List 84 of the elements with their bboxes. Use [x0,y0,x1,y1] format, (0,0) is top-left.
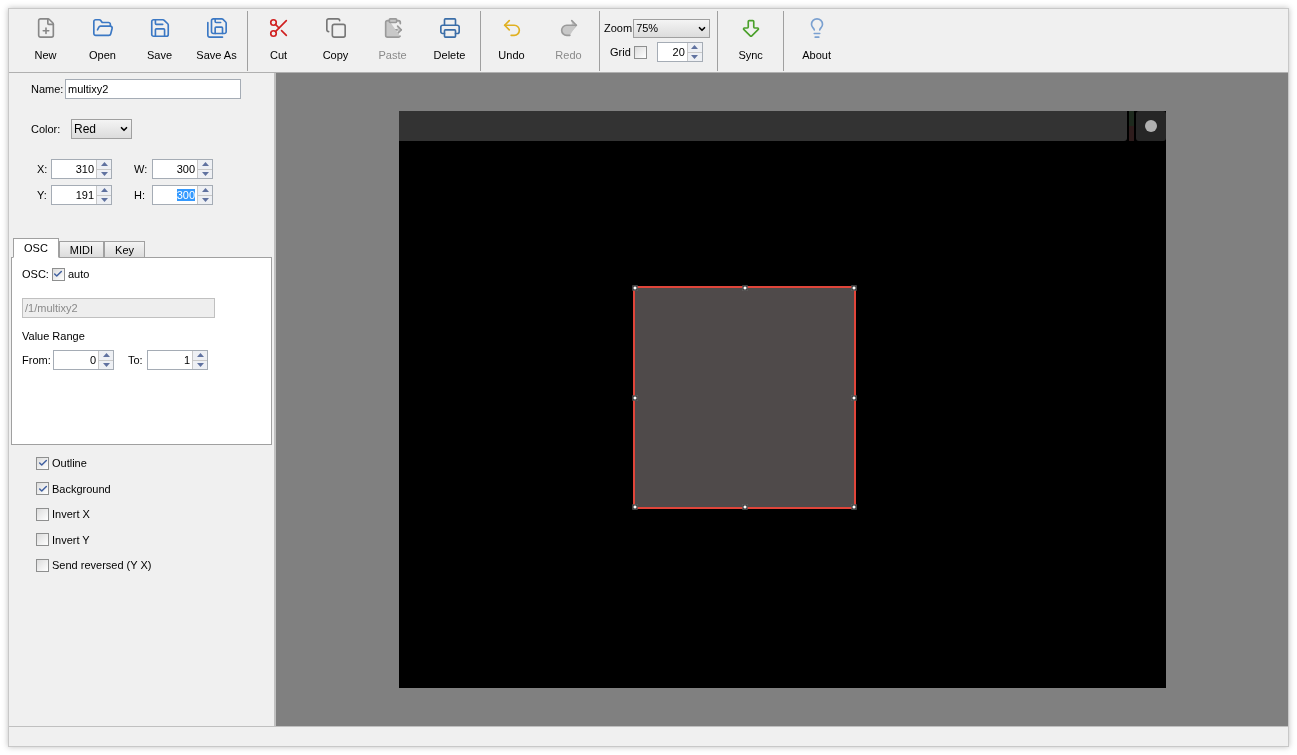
zoom-dropdown[interactable]: 75% [633,19,711,38]
checkbox[interactable] [36,482,49,496]
option-label: Invert X [52,507,90,522]
coordinate-label: X: [37,161,49,177]
spin-down-button[interactable] [99,360,113,369]
osc-label: OSC: [22,267,49,282]
down-arrow-icon [201,171,209,176]
checkbox[interactable] [36,507,49,521]
auto-label: auto [67,267,90,282]
resize-handle[interactable] [742,504,747,510]
shredder-icon [438,17,461,40]
checkbox[interactable] [36,456,49,470]
down-arrow-icon [196,362,204,367]
toolbar-button[interactable]: New [17,10,74,71]
toolbar-button[interactable]: Delete [421,10,478,71]
resize-handle[interactable] [851,504,857,510]
toolbar-button[interactable]: Undo [483,10,540,71]
down-arrow-icon [100,197,108,202]
save-as-icon [205,17,228,40]
color-label: Color: [31,121,62,137]
resize-handle[interactable] [632,285,638,291]
up-arrow-icon [100,162,108,167]
option-label: Outline [52,456,87,471]
spin-down-button[interactable] [193,360,207,369]
resize-handle[interactable] [851,285,857,291]
up-arrow-icon [102,353,110,358]
checkbox[interactable] [36,558,49,572]
spin-down-button[interactable] [97,195,111,204]
save-icon [148,17,171,40]
resize-handle[interactable] [742,285,747,291]
toolbar-button[interactable]: Save [131,10,188,71]
name-label: Name: [31,81,65,97]
indicator-bar [1129,111,1134,141]
copy-icon [324,17,347,40]
toolbar-button[interactable]: About [788,10,846,71]
option-label: Invert Y [52,532,90,548]
spin-down-button[interactable] [198,169,212,178]
tab[interactable]: OSC [13,238,59,258]
name-field[interactable]: multixy2 [65,79,241,99]
spinner-field[interactable]: 300 [152,159,213,179]
down-arrow-icon [100,171,108,176]
spinner-field[interactable]: 0 [53,350,114,370]
color-dropdown[interactable]: Red [71,119,132,139]
toolbar-button[interactable]: Copy [307,10,364,71]
up-arrow-icon [201,188,209,193]
option-label: Background [52,481,111,497]
value-range-label: Value Range [22,328,86,344]
caret-icon [119,124,129,134]
spinner-field[interactable]: 1 [147,350,208,370]
spin-up-button[interactable] [687,43,702,53]
coordinate-label: W: [134,161,148,177]
spin-down-button[interactable] [687,52,702,61]
scissors-icon [267,17,290,40]
zoom-label: Zoom [604,21,633,37]
up-arrow-icon [196,353,204,358]
to-label: To: [128,352,144,368]
spinner-field[interactable]: 310 [51,159,112,179]
spinner-field[interactable]: 191 [51,185,112,205]
canvas-button[interactable] [1136,111,1166,141]
spinner-field[interactable]: 20 [656,42,703,62]
toolbar-button[interactable]: Save As [188,10,245,71]
down-arrow-icon [102,362,110,367]
down-arrow-icon [691,54,699,59]
up-arrow-icon [100,188,108,193]
circle-icon [1145,120,1157,132]
resize-handle[interactable] [632,395,638,400]
coordinate-label: H: [134,187,146,203]
toolbar-button[interactable]: Sync [722,10,780,71]
up-arrow-icon [691,45,699,50]
checkbox[interactable] [51,267,65,281]
up-arrow-icon [201,162,209,167]
checkbox[interactable] [36,533,49,547]
spin-down-button[interactable] [198,195,212,204]
coordinate-label: Y: [37,187,48,203]
checkbox[interactable] [633,45,647,59]
resize-handle[interactable] [851,395,857,400]
from-label: From: [22,352,52,368]
option-label: Send reversed (Y X) [52,558,152,573]
resize-handle[interactable] [632,504,638,510]
down-arrow-icon [201,197,209,202]
grid-label: Grid [610,44,631,60]
toolbar-button[interactable]: Cut [250,10,307,71]
toolbar-button[interactable]: Open [74,10,131,71]
spin-down-button[interactable] [97,169,111,178]
